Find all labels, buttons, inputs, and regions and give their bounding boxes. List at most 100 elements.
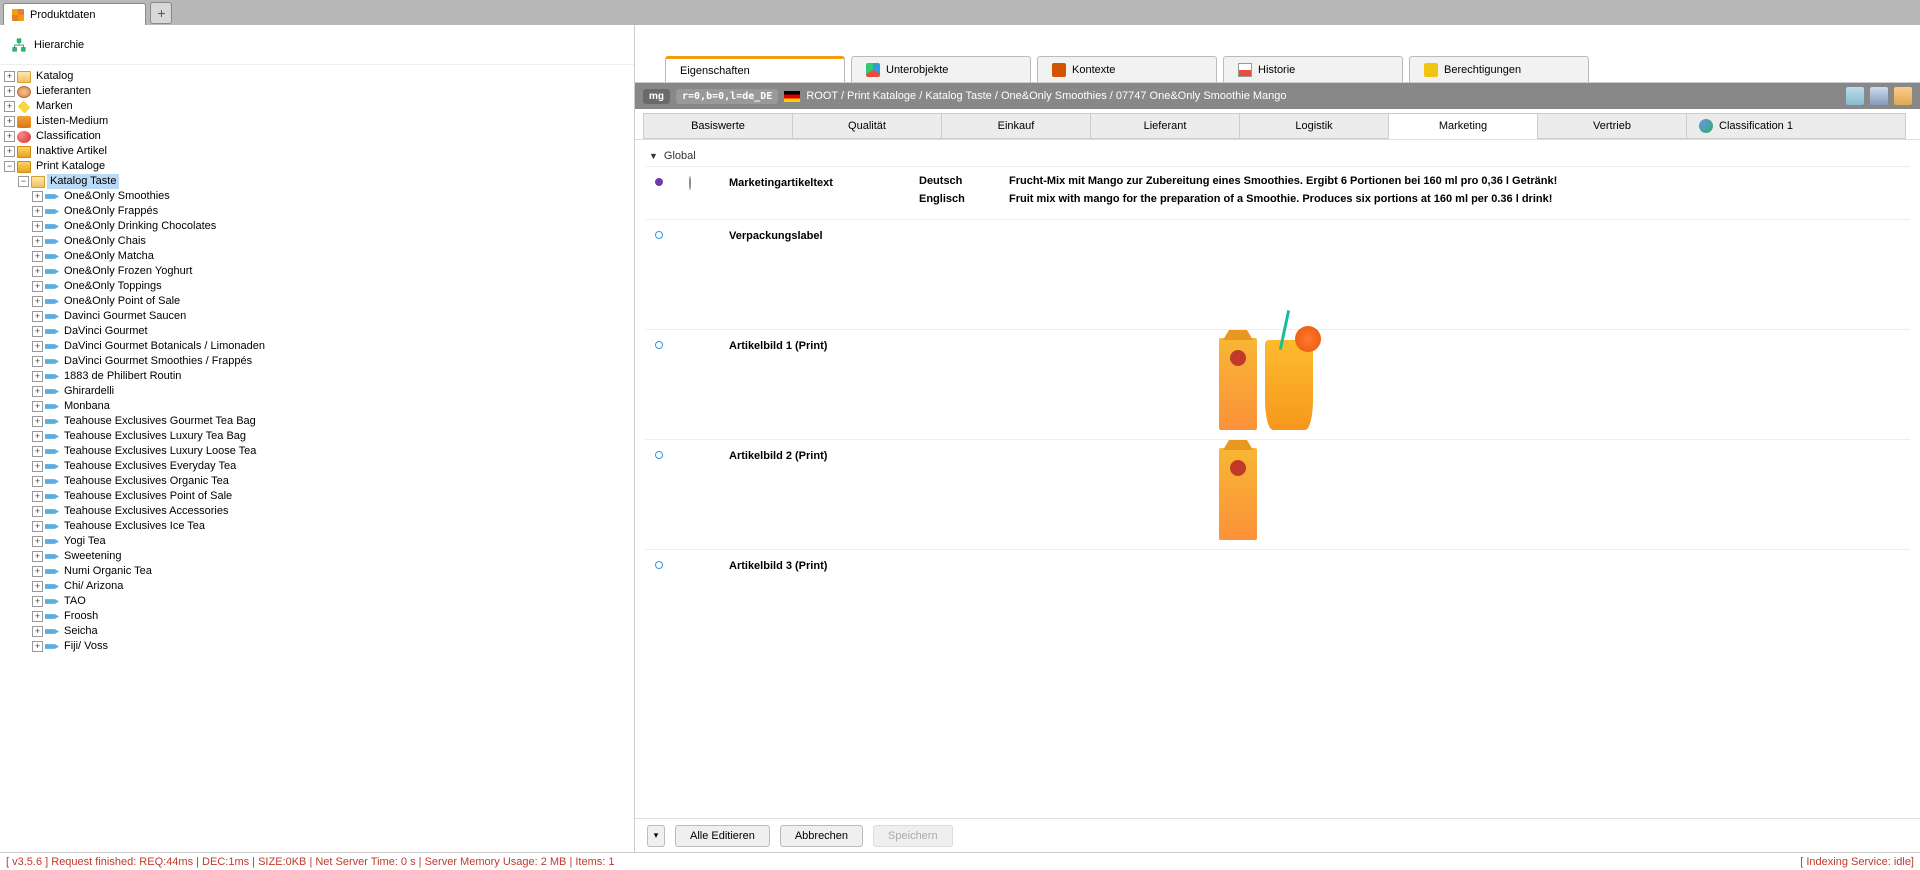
rtab-eigenschaften[interactable]: Eigenschaften xyxy=(665,56,845,82)
badge-context[interactable]: r=0,b=0,l=de_DE xyxy=(676,89,778,104)
expand-icon[interactable]: + xyxy=(32,356,43,367)
expand-icon[interactable]: + xyxy=(32,191,43,202)
tree-node-label[interactable]: DaVinci Gourmet Smoothies / Frappés xyxy=(61,354,255,369)
tree-node-label[interactable]: Listen-Medium xyxy=(33,114,111,129)
settings-icon[interactable] xyxy=(1894,87,1912,105)
tree-node-label[interactable]: Sweetening xyxy=(61,549,125,564)
tree-node[interactable]: +Teahouse Exclusives Accessories xyxy=(32,504,632,519)
tree-container[interactable]: +Katalog+Lieferanten+Marken+Listen-Mediu… xyxy=(0,65,634,840)
expand-icon[interactable]: + xyxy=(32,326,43,337)
expand-icon[interactable]: + xyxy=(32,476,43,487)
expand-icon[interactable]: + xyxy=(32,536,43,547)
expand-icon[interactable]: + xyxy=(32,581,43,592)
tree-node-label[interactable]: DaVinci Gourmet Botanicals / Limonaden xyxy=(61,339,268,354)
tree-node-label[interactable]: Teahouse Exclusives Everyday Tea xyxy=(61,459,239,474)
tree-node-label[interactable]: Lieferanten xyxy=(33,84,94,99)
expand-icon[interactable]: + xyxy=(4,146,15,157)
expand-icon[interactable]: + xyxy=(32,221,43,232)
tree-h-scroll[interactable] xyxy=(0,840,634,852)
tree-node-label[interactable]: Teahouse Exclusives Luxury Loose Tea xyxy=(61,444,259,459)
tree-node-label[interactable]: Davinci Gourmet Saucen xyxy=(61,309,189,324)
tree-node[interactable]: +Teahouse Exclusives Ice Tea xyxy=(32,519,632,534)
tree-node-label[interactable]: Teahouse Exclusives Point of Sale xyxy=(61,489,235,504)
subtab-classification-1[interactable]: Classification 1 xyxy=(1686,113,1906,139)
rtab-berechtigungen[interactable]: Berechtigungen xyxy=(1409,56,1589,82)
tree-node[interactable]: + One&Only Toppings xyxy=(32,279,632,294)
tree-node[interactable]: −Katalog Taste xyxy=(18,174,632,189)
tree-node[interactable]: + Ghirardelli xyxy=(32,384,632,399)
tree-node[interactable]: +One&Only Chais xyxy=(32,234,632,249)
expand-icon[interactable]: + xyxy=(32,566,43,577)
tree-node[interactable]: + Inaktive Artikel xyxy=(4,144,632,159)
tree-node-label[interactable]: One&Only Toppings xyxy=(61,279,165,294)
tree-node[interactable]: +Listen-Medium xyxy=(4,114,632,129)
expand-icon[interactable]: + xyxy=(32,611,43,622)
tree-node[interactable]: + Teahouse Exclusives Gourmet Tea Bag xyxy=(32,414,632,429)
subtab-vertrieb[interactable]: Vertrieb xyxy=(1537,113,1687,139)
tree-node-label[interactable]: One&Only Frappés xyxy=(61,204,161,219)
expand-icon[interactable]: + xyxy=(32,401,43,412)
tree-node[interactable]: +Katalog xyxy=(4,69,632,84)
collapse-icon[interactable]: − xyxy=(4,161,15,172)
subtab-marketing[interactable]: Marketing xyxy=(1388,113,1538,139)
expand-icon[interactable]: + xyxy=(4,101,15,112)
rtab-unterobjekte[interactable]: Unterobjekte xyxy=(851,56,1031,82)
expand-icon[interactable]: + xyxy=(32,641,43,652)
edit-all-button[interactable]: Alle Editieren xyxy=(675,825,770,847)
marketing-text-en[interactable]: Fruit mix with mango for the preparation… xyxy=(1009,193,1552,205)
product-image-1[interactable] xyxy=(919,338,1906,430)
tree-node-label[interactable]: DaVinci Gourmet xyxy=(61,324,151,339)
tree-node-label[interactable]: Inaktive Artikel xyxy=(33,144,110,159)
tree-node-label[interactable]: Fiji/ Voss xyxy=(61,639,111,654)
button-menu-caret[interactable]: ▾ xyxy=(647,825,665,847)
expand-icon[interactable]: + xyxy=(32,386,43,397)
tree-node[interactable]: + Teahouse Exclusives Luxury Loose Tea xyxy=(32,444,632,459)
section-global-header[interactable]: ▼ Global xyxy=(645,146,1910,166)
subtab-einkauf[interactable]: Einkauf xyxy=(941,113,1091,139)
tree-node[interactable]: +Teahouse Exclusives Point of Sale xyxy=(32,489,632,504)
tree-node[interactable]: +Sweetening xyxy=(32,549,632,564)
tree-node-label[interactable]: Ghirardelli xyxy=(61,384,117,399)
tree-node-label[interactable]: Teahouse Exclusives Organic Tea xyxy=(61,474,232,489)
expand-icon[interactable]: + xyxy=(32,446,43,457)
rtab-historie[interactable]: Historie xyxy=(1223,56,1403,82)
tree-node-label[interactable]: One&Only Point of Sale xyxy=(61,294,183,309)
tab-add-button[interactable]: + xyxy=(150,2,172,24)
tree-node[interactable]: + Froosh xyxy=(32,609,632,624)
action-icon-2[interactable] xyxy=(1870,87,1888,105)
tree-node-label[interactable]: Numi Organic Tea xyxy=(61,564,155,579)
tree-node-label[interactable]: Teahouse Exclusives Gourmet Tea Bag xyxy=(61,414,259,429)
tree-node-label[interactable]: Seicha xyxy=(61,624,101,639)
expand-icon[interactable]: + xyxy=(32,311,43,322)
content-area[interactable]: ▼ Global Marketingartikeltext Deutsch Fr… xyxy=(635,140,1920,818)
expand-icon[interactable]: + xyxy=(4,86,15,97)
tree-node-label[interactable]: Yogi Tea xyxy=(61,534,109,549)
tree-node-label[interactable]: Teahouse Exclusives Ice Tea xyxy=(61,519,208,534)
rtab-kontexte[interactable]: Kontexte xyxy=(1037,56,1217,82)
tree-node-label[interactable]: Print Kataloge xyxy=(33,159,108,174)
expand-icon[interactable]: + xyxy=(32,506,43,517)
tree-node-label[interactable]: One&Only Smoothies xyxy=(61,189,173,204)
tree-node[interactable]: +1883 de Philibert Routin xyxy=(32,369,632,384)
expand-icon[interactable]: + xyxy=(32,266,43,277)
subtab-basiswerte[interactable]: Basiswerte xyxy=(643,113,793,139)
tree-node-label[interactable]: Froosh xyxy=(61,609,101,624)
marketing-text-de[interactable]: Frucht-Mix mit Mango zur Zubereitung ein… xyxy=(1009,175,1557,187)
expand-icon[interactable]: + xyxy=(32,431,43,442)
expand-icon[interactable]: + xyxy=(32,416,43,427)
expand-icon[interactable]: + xyxy=(4,131,15,142)
tree-node[interactable]: +Monbana xyxy=(32,399,632,414)
expand-icon[interactable]: + xyxy=(32,371,43,382)
product-image-2[interactable] xyxy=(919,448,1906,540)
expand-icon[interactable]: + xyxy=(32,281,43,292)
tree-node[interactable]: + Numi Organic Tea xyxy=(32,564,632,579)
cancel-button[interactable]: Abbrechen xyxy=(780,825,863,847)
tree-node[interactable]: + Teahouse Exclusives Luxury Tea Bag xyxy=(32,429,632,444)
expand-icon[interactable]: + xyxy=(32,461,43,472)
tree-node[interactable]: + One&Only Smoothies xyxy=(32,189,632,204)
expand-icon[interactable]: + xyxy=(32,251,43,262)
expand-icon[interactable]: + xyxy=(32,341,43,352)
tree-node[interactable]: +One&Only Drinking Chocolates xyxy=(32,219,632,234)
tree-node[interactable]: +TAO xyxy=(32,594,632,609)
tree-node-label[interactable]: Teahouse Exclusives Luxury Tea Bag xyxy=(61,429,249,444)
